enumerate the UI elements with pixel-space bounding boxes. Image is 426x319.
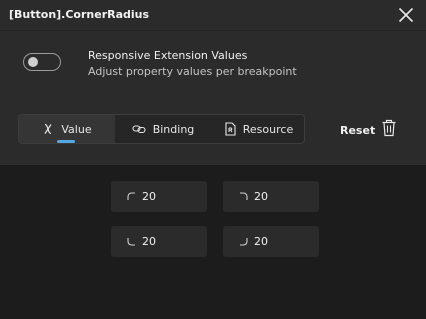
responsive-title: Responsive Extension Values [88, 49, 248, 62]
active-tab-indicator [57, 140, 75, 143]
corner-bottom-right-icon [239, 237, 248, 246]
corner-radius-bottom-left-input[interactable]: 20 [111, 226, 207, 257]
window-title: [Button].CornerRadius [9, 8, 150, 21]
link-icon [132, 123, 146, 135]
function-x-icon [42, 123, 54, 135]
title-bar: [Button].CornerRadius [0, 0, 426, 30]
tab-value[interactable]: Value [19, 115, 115, 143]
toggle-knob [28, 57, 38, 67]
reset-label: Reset [340, 123, 376, 137]
resource-file-icon [224, 122, 236, 136]
tab-value-label: Value [61, 122, 92, 136]
corner-top-left-icon [127, 192, 136, 201]
corner-radius-bottom-right-input[interactable]: 20 [223, 226, 319, 257]
corner-top-right-icon [239, 192, 248, 201]
responsive-subtitle: Adjust property values per breakpoint [88, 65, 297, 78]
mode-segmented-control: Value Binding Resource [18, 114, 305, 144]
responsive-toggle[interactable] [23, 53, 61, 71]
tab-resource-label: Resource [242, 122, 294, 136]
trash-icon [381, 119, 397, 141]
corner-radius-top-left-input[interactable]: 20 [111, 181, 207, 212]
tab-resource[interactable]: Resource [211, 115, 304, 143]
settings-panel: Responsive Extension Values Adjust prope… [0, 30, 426, 166]
corner-top-left-value: 20 [142, 190, 156, 203]
corner-bottom-left-icon [127, 237, 136, 246]
property-editor-window: [Button].CornerRadius Responsive Extensi… [0, 0, 426, 319]
close-icon [398, 7, 414, 23]
corner-bottom-left-value: 20 [142, 235, 156, 248]
tab-binding-label: Binding [152, 122, 195, 136]
corner-top-right-value: 20 [254, 190, 268, 203]
tab-binding[interactable]: Binding [115, 115, 211, 143]
corner-bottom-right-value: 20 [254, 235, 268, 248]
corner-radius-top-right-input[interactable]: 20 [223, 181, 319, 212]
close-button[interactable] [396, 5, 416, 25]
reset-button[interactable]: Reset [340, 119, 397, 141]
